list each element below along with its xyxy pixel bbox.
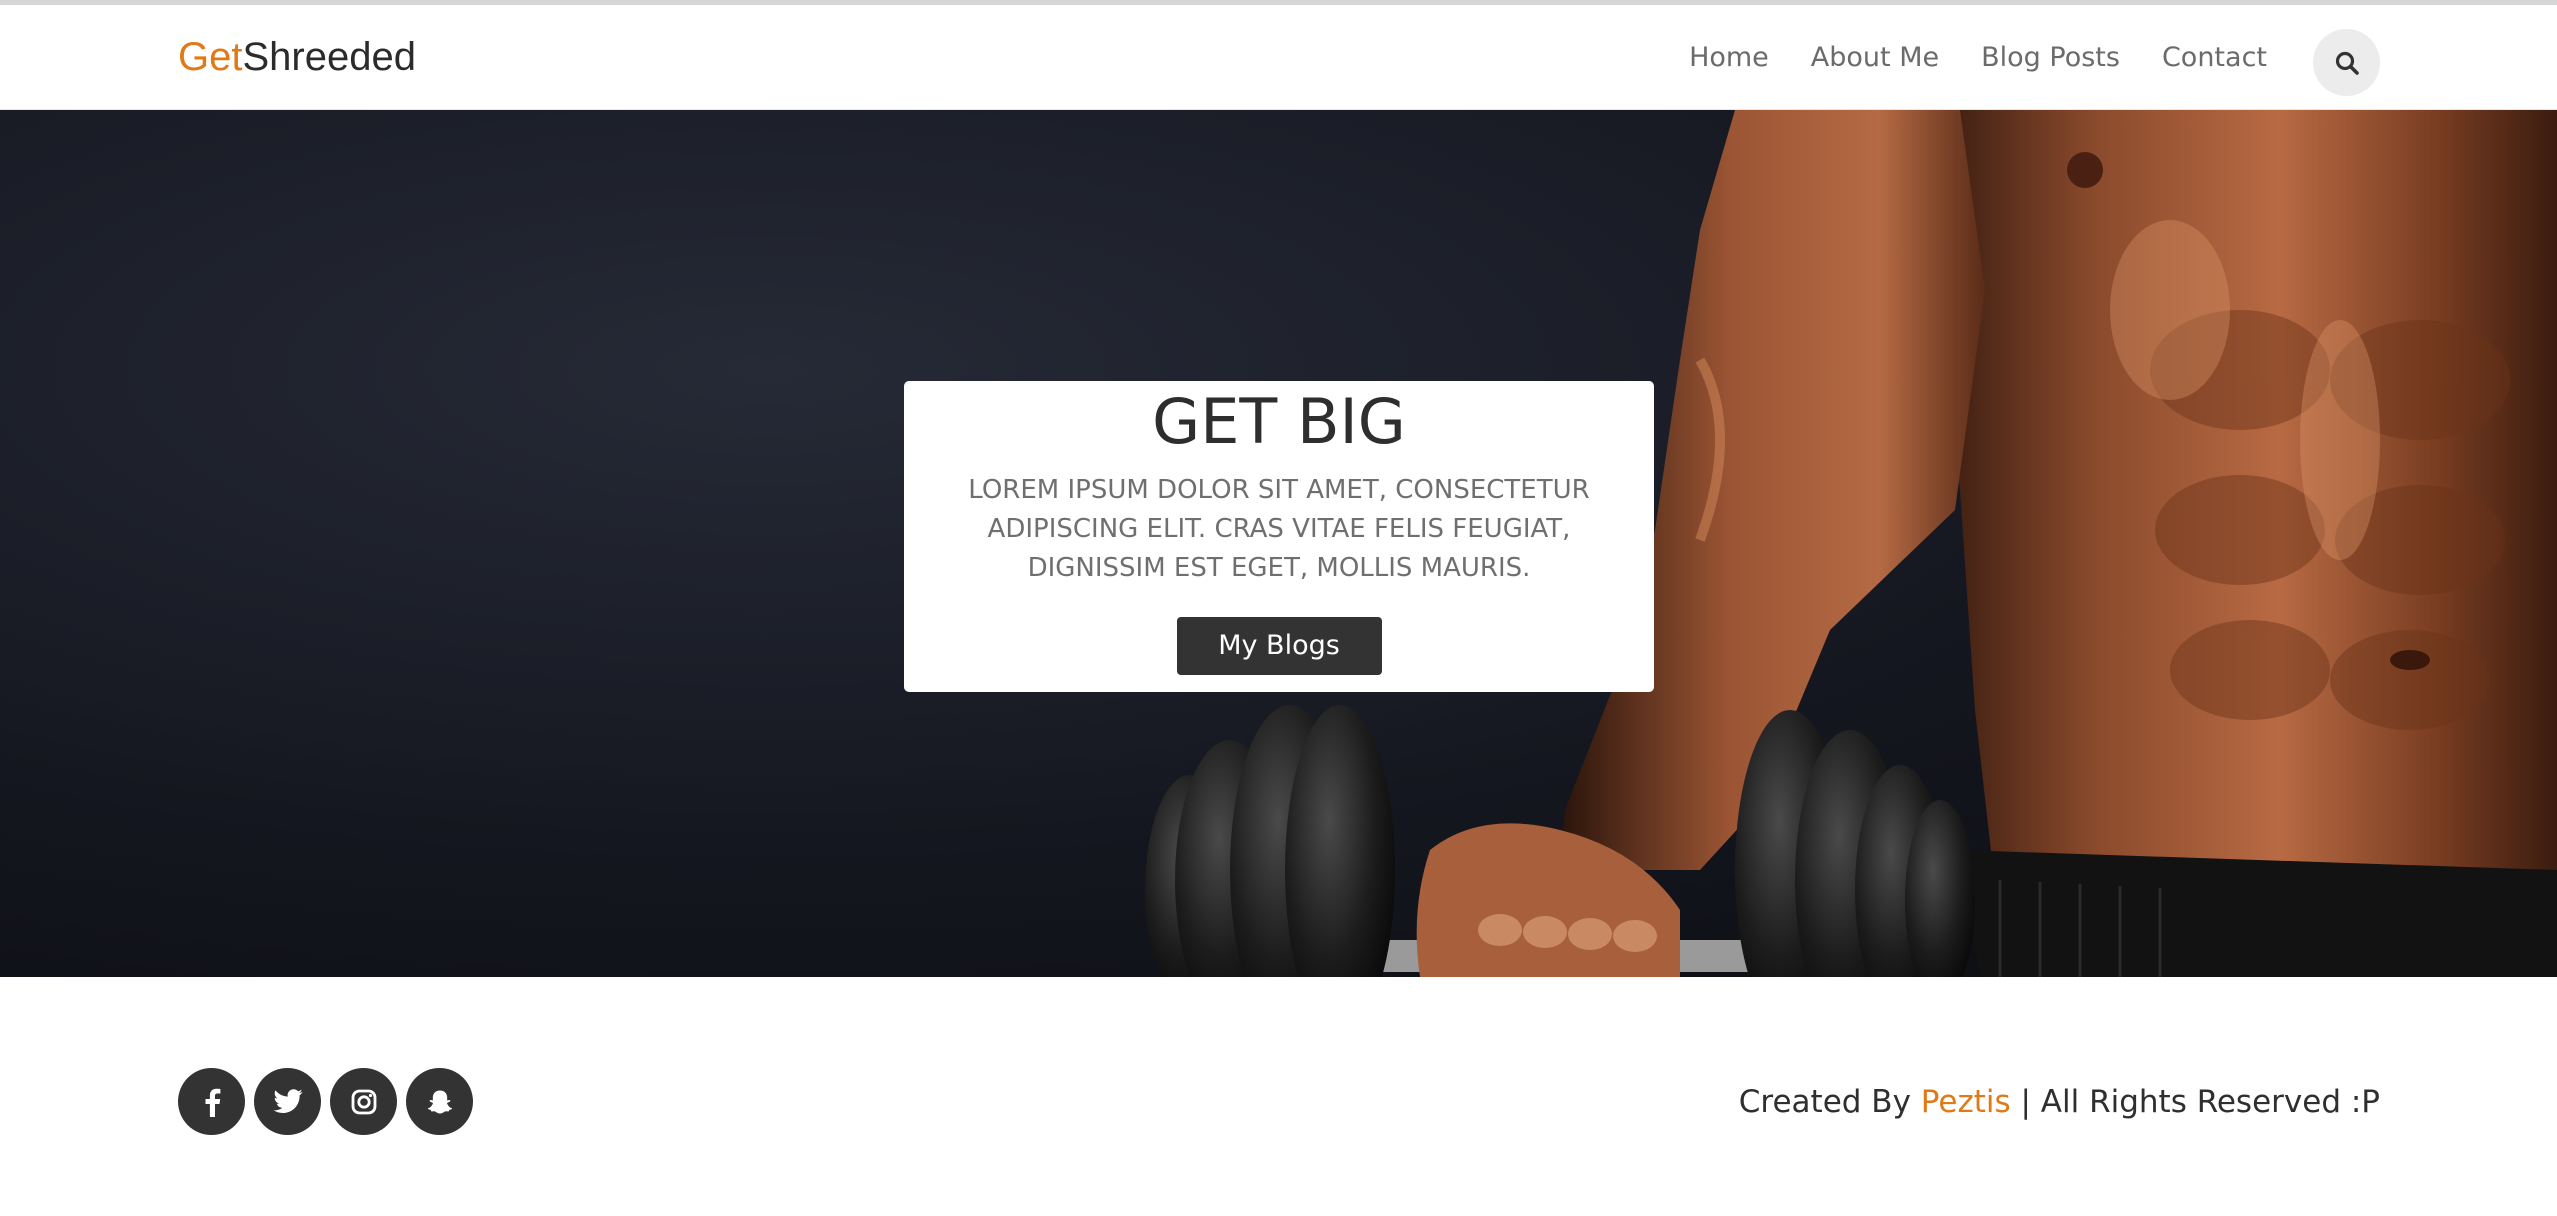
site-footer: Created By Peztis | All Rights Reserved … [0, 977, 2557, 1216]
credit-prefix: Created By [1738, 1084, 1921, 1120]
nav-item-home[interactable]: Home [1689, 42, 1769, 73]
credit-author: Peztis [1920, 1084, 2011, 1120]
search-button[interactable] [2313, 29, 2380, 96]
nav-item-blog-posts[interactable]: Blog Posts [1981, 42, 2120, 73]
credit-suffix: | All Rights Reserved :P [2010, 1084, 2380, 1120]
brand-logo-accent: Get [178, 35, 243, 79]
search-icon [2335, 51, 2359, 75]
brand-logo-text: Shreeded [242, 35, 416, 79]
social-links [178, 1068, 473, 1135]
main-nav: Home About Me Blog Posts Contact [1689, 42, 2267, 73]
hero-banner: GET BIG LOREM IPSUM DOLOR SIT AMET, CONS… [0, 110, 2557, 977]
site-header: GetShreeded Home About Me Blog Posts Con… [0, 5, 2557, 110]
hero-card: GET BIG LOREM IPSUM DOLOR SIT AMET, CONS… [904, 381, 1654, 692]
snapchat-link[interactable] [406, 1068, 473, 1135]
twitter-icon [273, 1089, 302, 1113]
hero-text: LOREM IPSUM DOLOR SIT AMET, CONSECTETUR … [968, 475, 1590, 583]
nav-item-about-me[interactable]: About Me [1811, 42, 1939, 73]
brand-logo[interactable]: GetShreeded [178, 35, 416, 80]
instagram-icon [351, 1089, 376, 1114]
facebook-icon [205, 1088, 220, 1117]
my-blogs-button[interactable]: My Blogs [1176, 617, 1382, 675]
twitter-link[interactable] [254, 1068, 321, 1135]
facebook-link[interactable] [178, 1068, 245, 1135]
hero-title: GET BIG [1152, 385, 1406, 458]
snapchat-icon [427, 1090, 452, 1113]
footer-credit: Created By Peztis | All Rights Reserved … [1739, 1084, 2380, 1120]
nav-item-contact[interactable]: Contact [2162, 42, 2267, 73]
instagram-link[interactable] [330, 1068, 397, 1135]
